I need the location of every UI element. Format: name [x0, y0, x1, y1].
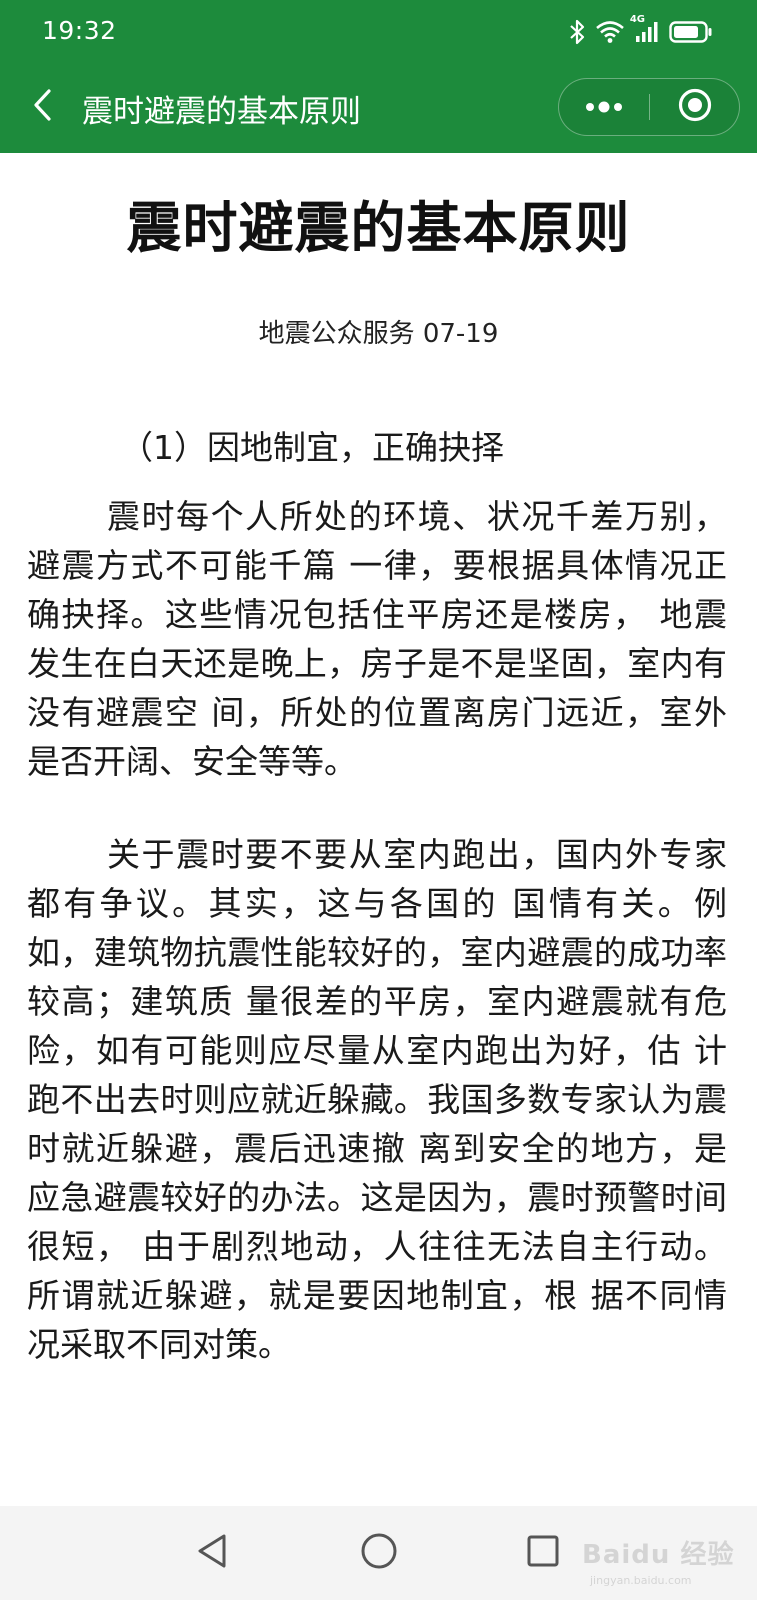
baidu-watermark: Baidu 经验 jingyan.baidu.com: [582, 1528, 742, 1588]
mini-program-capsule: [558, 78, 740, 136]
status-bar: 19:32 4G: [0, 0, 757, 64]
screen: 19:32 4G 震时避震的基本原则 震时避震的基本原则 地震公众服务 07-1…: [0, 0, 757, 1600]
close-target-icon: [677, 87, 713, 127]
more-dots-icon: [584, 98, 624, 117]
home-circle-icon: [360, 1532, 398, 1574]
app-header: 震时避震的基本原则: [0, 64, 757, 153]
recents-square-icon: [526, 1534, 560, 1572]
paragraph: 震时每个人所处的环境、状况千差万别，避震方式不可能千篇 一律，要根据具体情况正确…: [27, 497, 727, 781]
nav-home-button[interactable]: [352, 1526, 406, 1580]
status-time: 19:32: [42, 16, 117, 45]
nav-recents-button[interactable]: [516, 1526, 570, 1580]
article-title: 震时避震的基本原则: [126, 196, 631, 260]
cellular-signal-icon: [635, 20, 659, 44]
header-title: 震时避震的基本原则: [82, 94, 361, 130]
watermark-logo: Baidu 经验: [582, 1540, 735, 1570]
more-button[interactable]: [559, 79, 649, 135]
battery-icon: [669, 20, 713, 44]
section-heading: （1）因地制宜，正确抉择: [120, 428, 504, 467]
article-content[interactable]: 震时避震的基本原则 地震公众服务 07-19 （1）因地制宜，正确抉择 震时每个…: [0, 153, 757, 1506]
back-button[interactable]: [22, 82, 62, 132]
top-bar: 19:32 4G 震时避震的基本原则: [0, 0, 757, 153]
wifi-icon: [595, 20, 625, 44]
close-button[interactable]: [650, 79, 740, 135]
watermark-url: jingyan.baidu.com: [590, 1574, 692, 1587]
paragraph: 关于震时要不要从室内跑出，国内外专家都有争议。其实，这与各国的 国情有关。例如，…: [27, 835, 727, 1364]
article-meta: 地震公众服务 07-19: [258, 319, 499, 349]
article-body: （1）因地制宜，正确抉择 震时每个人所处的环境、状况千差万别，避震方式不可能千篇…: [27, 423, 727, 1413]
system-nav-bar: Baidu 经验 jingyan.baidu.com: [0, 1506, 757, 1600]
nav-back-button[interactable]: [185, 1526, 239, 1580]
back-triangle-icon: [195, 1532, 229, 1574]
bluetooth-icon: [569, 19, 585, 45]
status-icons: [569, 16, 713, 48]
back-chevron-icon: [31, 88, 53, 126]
